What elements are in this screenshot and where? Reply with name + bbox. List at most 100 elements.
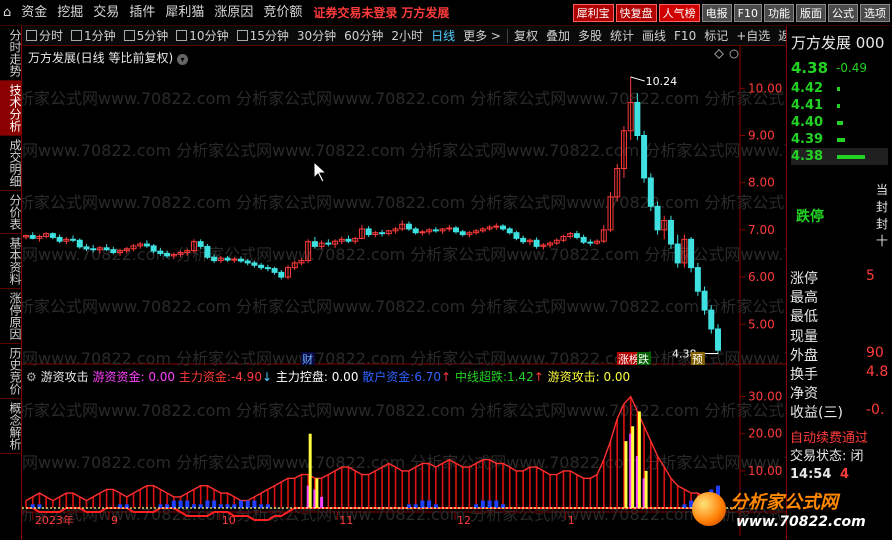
xilibao-button[interactable]: 犀利宝 <box>572 4 614 22</box>
period-2h[interactable]: 2小时 <box>387 27 427 44</box>
menu-item-plugins[interactable]: 插件 <box>124 0 160 26</box>
candle-body <box>587 241 594 244</box>
candle-body <box>446 227 453 230</box>
period-60min[interactable]: 60分钟 <box>340 27 387 44</box>
logo-text: 分析家公式网 <box>730 492 838 513</box>
sidebar-item-technical[interactable]: 技术分析 <box>0 81 22 136</box>
sidebar-item-history-auction[interactable]: 历史竞价 <box>0 344 22 399</box>
menu-item-trade[interactable]: 交易 <box>88 0 124 26</box>
period-30min[interactable]: 30分钟 <box>293 27 340 44</box>
chart-area[interactable]: 分析家公式网www.70822.com 分析家公式网www.70822.com … <box>22 46 786 536</box>
indicator-name[interactable]: 游资攻击 <box>41 370 89 384</box>
time-tick-label: 11 <box>339 514 353 527</box>
function-button[interactable]: 功能 <box>764 4 794 22</box>
f10-button[interactable]: F10 <box>733 4 762 22</box>
last-price: 4.38 <box>791 59 829 77</box>
tool-f10[interactable]: F10 <box>670 29 700 43</box>
period-5min[interactable]: 5分钟 <box>120 27 173 44</box>
legend-oversold: 中线超跌:1.42↑ <box>454 370 544 384</box>
period-more[interactable]: 更多 > <box>459 27 505 44</box>
bid-row[interactable]: 4.38 <box>791 148 888 165</box>
bid-row[interactable]: 4.39 <box>791 131 888 148</box>
indicator-blue-bar <box>205 500 210 508</box>
candle-body <box>211 256 218 262</box>
formula-button[interactable]: 公式 <box>828 4 858 22</box>
popularity-button[interactable]: 人气榜 <box>658 4 700 22</box>
tool-add-watchlist[interactable]: +自选 <box>732 27 774 44</box>
price-tick-label: 7.00 <box>748 223 775 237</box>
candle-body <box>715 328 721 351</box>
tool-drawing[interactable]: 画线 <box>638 27 670 44</box>
candle-body <box>533 239 540 247</box>
tool-restore-rights[interactable]: 复权 <box>510 27 542 44</box>
candle-body <box>459 231 466 236</box>
candle-body <box>405 223 412 230</box>
tool-statistics[interactable]: 统计 <box>606 27 638 44</box>
sidebar-item-intraday[interactable]: 分时走势 <box>0 26 22 81</box>
kline-chart[interactable]: 分析家公式网www.70822.com 分析家公式网www.70822.com … <box>22 46 786 536</box>
legend-value: 1.42 <box>506 370 534 384</box>
candle-body <box>110 249 117 254</box>
candle-body <box>634 101 641 136</box>
period-daily[interactable]: 日线 <box>427 27 459 44</box>
settings-gear-icon[interactable]: ⚙ <box>26 370 37 384</box>
tool-mark[interactable]: 标记 <box>700 27 732 44</box>
login-warning[interactable]: 证券交易未登录 <box>313 4 397 21</box>
legend-value: 0.00 <box>331 370 359 384</box>
options-button[interactable]: 选项 <box>860 4 890 22</box>
quote-price-row: 4.38 -0.49 <box>787 56 892 80</box>
candle-body <box>580 236 587 243</box>
right-button-group: 犀利宝 快复盘 人气榜 电报 F10 功能 版面 公式 选项 <box>572 4 890 22</box>
indicator-yellow-bar <box>637 411 641 508</box>
logo-ball-icon <box>692 492 726 526</box>
bid-price: 4.40 <box>791 115 824 130</box>
candle-body <box>419 231 426 234</box>
tick-price: 4 <box>840 467 850 482</box>
period-1min[interactable]: 1分钟 <box>67 27 120 44</box>
period-10min[interactable]: 10分钟 <box>172 27 232 44</box>
candle-body <box>520 237 527 243</box>
event-tag-label: 财 <box>302 352 313 366</box>
layout-button[interactable]: 版面 <box>796 4 826 22</box>
menu-home-icon[interactable]: ⌂ <box>0 0 16 26</box>
period-intraday[interactable]: 分时 <box>22 27 67 44</box>
menu-item-mining[interactable]: 挖掘 <box>52 0 88 26</box>
telegram-button[interactable]: 电报 <box>701 4 732 22</box>
stock-code: 000 <box>855 34 885 52</box>
price-tick-label: 9.00 <box>748 129 775 143</box>
sidebar-item-price-table[interactable]: 分价表 <box>0 191 22 234</box>
candle-body <box>29 235 36 239</box>
menu-item-limit-reason[interactable]: 涨原因 <box>209 0 258 26</box>
tool-multi-stock[interactable]: 多股 <box>574 27 606 44</box>
sidebar-item-trades[interactable]: 成交明细 <box>0 136 22 191</box>
tool-overlay[interactable]: 叠加 <box>542 27 574 44</box>
bid-price: 4.42 <box>791 81 824 96</box>
circle-chevron-icon[interactable]: ▾ <box>177 54 189 65</box>
bid-row[interactable]: 4.42 <box>791 80 888 97</box>
chart-title-text: 万方发展(日线 等比前复权) <box>28 51 174 65</box>
menu-item-funds[interactable]: 资金 <box>16 0 52 26</box>
quick-review-button[interactable]: 快复盘 <box>615 4 657 22</box>
bid-volume-bar <box>837 103 841 108</box>
indicator-yellow-bar <box>624 441 628 508</box>
circle-icon <box>729 49 739 59</box>
renew-status: 自动续费通过 <box>790 431 869 446</box>
order-book: 4.42 4.41 4.40 4.39 4.38 <box>787 80 892 165</box>
candle-body <box>379 232 386 235</box>
stat-row: 现量 <box>790 326 890 346</box>
candle-body <box>452 227 459 233</box>
sidebar-item-fundamentals[interactable]: 基本资料 <box>0 234 22 289</box>
sidebar-item-concepts[interactable]: 概念解析 <box>0 399 22 454</box>
bid-row[interactable]: 4.40 <box>791 114 888 131</box>
sidebar-item-limit-reason[interactable]: 涨停原因 <box>0 289 22 344</box>
menu-item-xilimao[interactable]: 犀利猫 <box>160 0 209 26</box>
menu-item-auction[interactable]: 竞价额 <box>258 0 307 26</box>
period-15min[interactable]: 15分钟 <box>233 27 293 44</box>
bid-row[interactable]: 4.41 <box>791 97 888 114</box>
candle-body <box>688 238 695 269</box>
stat-value: 4.8 <box>866 364 889 380</box>
indicator-legend: ⚙ 游资攻击 游资资金: 0.00 主力资金:-4.90↓ 主力控盘: 0.00… <box>26 368 630 385</box>
limit-down-label: 跌停 <box>796 209 824 225</box>
menu-bar: ⌂ 资金 挖掘 交易 插件 犀利猫 涨原因 竞价额 证券交易未登录 万方发展 犀… <box>0 0 892 26</box>
candle-body <box>513 232 520 239</box>
